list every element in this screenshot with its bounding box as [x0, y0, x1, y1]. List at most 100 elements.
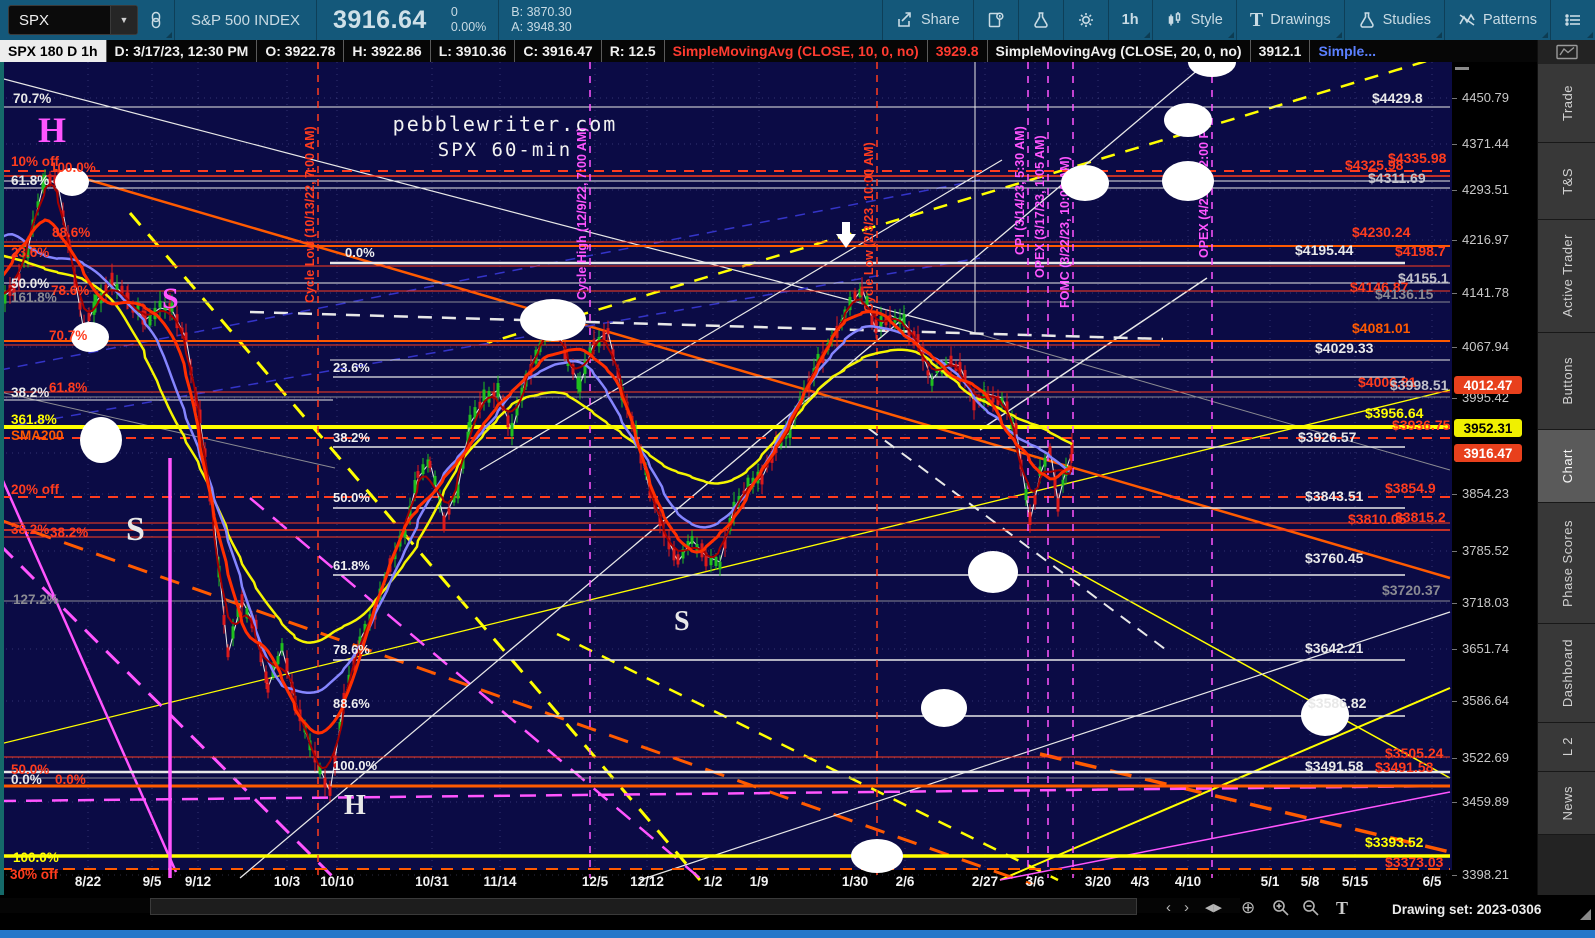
fib-label: 161.8%	[11, 290, 57, 305]
zoom-in-icon[interactable]	[1272, 899, 1290, 917]
chart-style-icon	[1168, 12, 1180, 26]
axis-tick-label: 4293.51	[1462, 182, 1509, 197]
fib-label: 38.2%	[50, 525, 88, 540]
top-toolbar: SPX ▼ S&P 500 INDEX 3916.64 0 0.00% B: 3…	[0, 0, 1595, 40]
price-badge: 3916.47	[1454, 444, 1522, 462]
sidebar-tab-l-2[interactable]: L 2	[1538, 723, 1595, 772]
scroll-left-icon[interactable]: ‹	[1166, 899, 1171, 917]
study-sma20-label[interactable]: SimpleMovingAvg (CLOSE, 20, 0, no)	[988, 40, 1251, 62]
chart-high: H: 3922.86	[344, 40, 431, 62]
study-sma10-value: 3929.8	[928, 40, 988, 62]
axis-tick-mark	[1452, 293, 1457, 294]
x-axis[interactable]: 8/22 9/5 9/12 10/3 10/10 10/31 11/14 12/5 12/12 1…	[0, 870, 1452, 896]
price-level-label: $4195.44	[1295, 242, 1354, 258]
price-axis[interactable]: 4450.79 4371.44 4293.51 4216.97 4141.78 4067.…	[1452, 62, 1537, 895]
analyze-button[interactable]	[1017, 0, 1063, 40]
axis-tick-mark	[1452, 240, 1457, 241]
symbol-description: S&P 500 INDEX	[191, 11, 300, 29]
chart-open: O: 3922.78	[257, 40, 345, 62]
x-axis-label: 10/10	[320, 874, 354, 889]
axis-tick-mark	[1452, 144, 1457, 145]
horizontal-scrollbar[interactable]	[0, 898, 1240, 915]
expand-horizontal-icon[interactable]: ◀▶	[1205, 899, 1222, 917]
chart-range: R: 12.5	[602, 40, 665, 62]
sidebar-tab-trade[interactable]: Trade	[1538, 64, 1595, 143]
change-percent: 0.00%	[450, 20, 487, 34]
scrollbar-thumb[interactable]	[150, 898, 1137, 915]
x-axis-label: 6/5	[1422, 874, 1442, 889]
link-button[interactable]	[138, 0, 174, 40]
notes-button[interactable]	[972, 0, 1018, 40]
dropdown-corner	[1227, 32, 1234, 38]
fib-label: 100.0%	[50, 160, 96, 175]
fib-label: 38.2%	[333, 430, 370, 445]
sidebar-tab-label: Trade	[1559, 85, 1575, 121]
symbol-selector[interactable]: SPX ▼	[8, 5, 138, 35]
price-level-label: $4029.33	[1315, 340, 1374, 356]
menu-button[interactable]	[1550, 0, 1595, 40]
sidebar-tab-phase-scores[interactable]: Phase Scores	[1538, 503, 1595, 624]
patterns-button[interactable]: Patterns	[1444, 0, 1550, 40]
gear-icon	[1078, 13, 1093, 27]
fib-label: 20% off	[11, 482, 60, 497]
studies-button[interactable]: Studies	[1343, 0, 1444, 40]
settings-button[interactable]	[1062, 0, 1108, 40]
x-axis-label: 12/12	[630, 874, 664, 889]
drawings-button[interactable]: T Drawings	[1235, 0, 1344, 40]
interval-label: 1h	[1121, 12, 1139, 28]
fib-label: 70.7%	[49, 328, 87, 343]
axis-grip[interactable]	[1455, 67, 1469, 70]
axis-tick-label: 4141.78	[1462, 285, 1509, 300]
price-badge: 3952.31	[1454, 419, 1522, 437]
svg-text:pebblewriter.com: pebblewriter.com	[393, 112, 618, 136]
pan-crosshair-icon[interactable]: ⊕	[1241, 899, 1255, 917]
style-label: Style	[1190, 12, 1223, 28]
axis-tick-label: 3854.23	[1462, 486, 1509, 501]
bid-ask-block: B: 3870.30 A: 3948.30	[499, 5, 583, 35]
sidebar-tab-active-trader[interactable]: Active Trader	[1538, 220, 1595, 333]
x-axis-label: 8/22	[74, 874, 102, 889]
fib-label: 88.6%	[333, 696, 370, 711]
zoom-out-icon[interactable]	[1302, 899, 1320, 917]
toolbar-buttons: Share 1h Style T Drawings Studies Patter…	[881, 0, 1595, 40]
chart-canvas[interactable]: Cycle Low (10/13/22, 7:00 AM) Cycle High …	[0, 0, 1595, 938]
sidebar-tab-chart[interactable]: Chart	[1538, 430, 1595, 503]
text-tool-icon[interactable]: T	[1336, 899, 1348, 917]
scroll-right-icon[interactable]: ›	[1184, 899, 1189, 917]
x-axis-label: 3/6	[1025, 874, 1045, 889]
sidebar-tab-t-s[interactable]: T&S	[1538, 143, 1595, 220]
share-button[interactable]: Share	[881, 0, 973, 40]
axis-tick-label: 3586.64	[1462, 693, 1509, 708]
resize-corner[interactable]	[1580, 909, 1591, 920]
symbol-input[interactable]: SPX	[9, 12, 110, 29]
fib-label: 0.0%	[345, 245, 375, 260]
sidebar-tab-buttons[interactable]: Buttons	[1538, 333, 1595, 430]
drawings-t-icon: T	[1249, 8, 1264, 31]
share-label: Share	[920, 12, 960, 28]
pattern-letter: H	[38, 110, 66, 150]
dropdown-corner	[1542, 32, 1548, 38]
sidebar-tab-news[interactable]: News	[1538, 772, 1595, 835]
interval-button[interactable]: 1h	[1107, 0, 1152, 40]
price-level-label: $3491.58	[1305, 758, 1364, 774]
dropdown-corner	[1587, 32, 1593, 38]
fib-label: 78.6%	[333, 642, 370, 657]
axis-tick-mark	[1452, 802, 1457, 803]
symbol-dropdown-caret[interactable]: ▼	[110, 6, 137, 34]
price-level-label: $3586.82	[1308, 695, 1367, 711]
axis-tick-mark	[1452, 494, 1457, 495]
drawing-set-label[interactable]: Drawing set: 2023-0306	[1392, 902, 1541, 917]
study-more-label[interactable]: Simple...	[1310, 40, 1384, 62]
study-sma10-label[interactable]: SimpleMovingAvg (CLOSE, 10, 0, no)	[665, 40, 928, 62]
price-level-label: $4198.7	[1395, 243, 1446, 259]
sidebar-tab-label: Buttons	[1559, 357, 1575, 405]
sidebar-chart-icon[interactable]	[1538, 40, 1595, 64]
fib-label: 88.6%	[52, 225, 90, 240]
share-icon	[898, 12, 911, 27]
price-level-label: $3854.9	[1385, 480, 1436, 496]
sidebar-tab-label: L 2	[1559, 737, 1575, 757]
fib-label: 100.0%	[13, 850, 59, 865]
sidebar-tab-dashboard[interactable]: Dashboard	[1538, 624, 1595, 723]
x-axis-label: 1/30	[841, 874, 869, 889]
style-button[interactable]: Style	[1151, 0, 1236, 40]
